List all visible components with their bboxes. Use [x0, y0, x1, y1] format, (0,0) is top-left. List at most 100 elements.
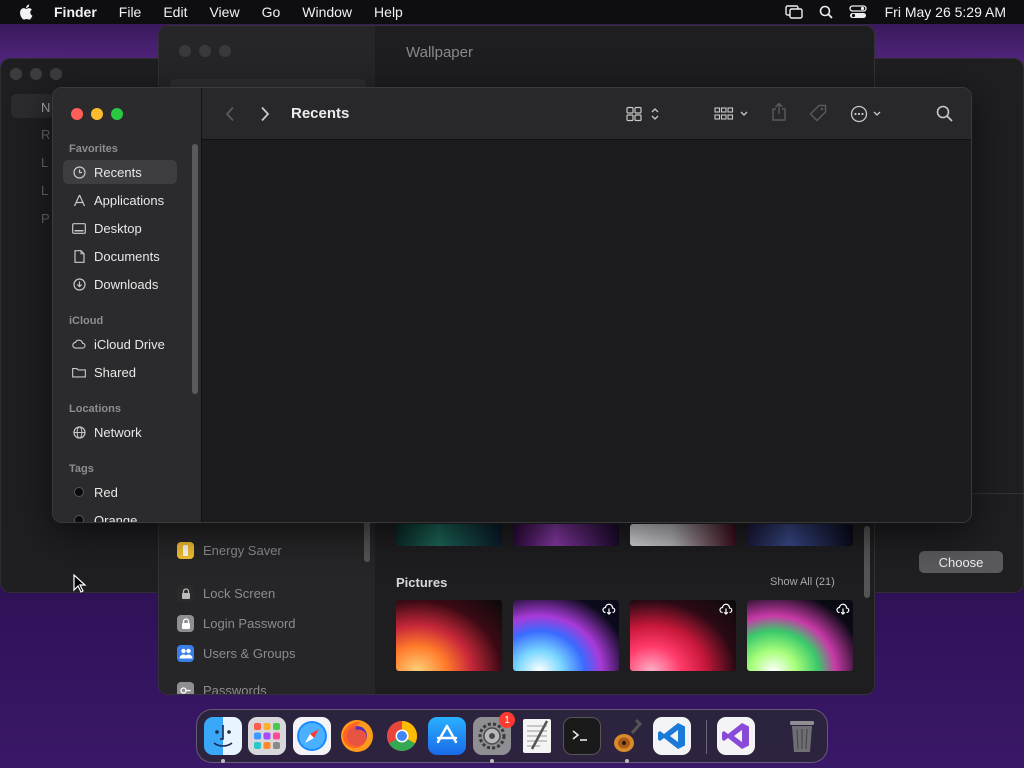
- background-sidebar-letter: N: [41, 100, 51, 115]
- dock-firefox-icon[interactable]: [338, 717, 376, 755]
- sidebar-item-passwords[interactable]: Passwords: [177, 682, 267, 694]
- sidebar-item-lock-screen[interactable]: Lock Screen: [177, 585, 275, 602]
- spotlight-search-icon[interactable]: [819, 5, 833, 19]
- zoom-icon[interactable]: [50, 68, 62, 80]
- dock-textedit-icon[interactable]: [518, 717, 556, 755]
- wallpaper-thumbnail[interactable]: [747, 524, 853, 546]
- dock-visual-studio-icon[interactable]: [717, 717, 755, 755]
- forward-icon[interactable]: [260, 106, 270, 122]
- sidebar-item-users-groups[interactable]: Users & Groups: [177, 645, 295, 662]
- wallpaper-thumbnail[interactable]: [630, 524, 736, 546]
- minimize-icon[interactable]: [91, 108, 103, 120]
- dock-terminal-icon[interactable]: [563, 717, 601, 755]
- sidebar-item-tag-orange[interactable]: Orange: [63, 508, 177, 523]
- cloud-download-icon[interactable]: [836, 603, 850, 615]
- sidebar-item-desktop[interactable]: Desktop: [63, 216, 177, 240]
- sidebar-item-downloads[interactable]: Downloads: [63, 272, 177, 296]
- background-window-controls: [10, 68, 62, 80]
- lock-icon: [177, 585, 194, 602]
- apple-icon[interactable]: [18, 3, 36, 21]
- sidebar-item-recents[interactable]: Recents: [63, 160, 177, 184]
- sidebar-item-tag-red[interactable]: Red: [63, 480, 177, 504]
- control-center-icon[interactable]: [848, 5, 867, 19]
- window-title: Recents: [291, 105, 350, 122]
- running-indicator: [625, 759, 629, 763]
- share-icon[interactable]: [771, 102, 787, 122]
- close-icon[interactable]: [10, 68, 22, 80]
- sidebar-item-energy-saver[interactable]: Energy Saver: [177, 542, 282, 559]
- finder-sidebar-scrollbar[interactable]: [192, 144, 198, 394]
- wallpaper-thumbnail[interactable]: [396, 600, 502, 671]
- menu-window[interactable]: Window: [302, 4, 352, 20]
- show-all-button[interactable]: Show All (21): [770, 576, 835, 588]
- dock-system-settings-icon[interactable]: 1: [473, 712, 515, 755]
- tag-dot-icon: [74, 487, 84, 497]
- sidebar-section-icloud: iCloud: [69, 315, 104, 327]
- wallpaper-thumbnail[interactable]: [396, 524, 502, 546]
- cloud-download-icon[interactable]: [602, 603, 616, 615]
- sidebar-item-label: Orange: [94, 512, 138, 523]
- pictures-grid: [396, 600, 853, 671]
- zoom-icon[interactable]: [111, 108, 123, 120]
- sidebar-item-label: Lock Screen: [203, 586, 276, 601]
- dock-instruments-icon[interactable]: [608, 717, 646, 755]
- more-icon[interactable]: [850, 105, 884, 123]
- wallpaper-thumbnail[interactable]: [513, 524, 619, 546]
- sidebar-item-label: Energy Saver: [203, 543, 282, 558]
- document-icon: [72, 249, 86, 263]
- settings-sidebar-scrollbar[interactable]: [364, 518, 370, 562]
- tag-icon[interactable]: [809, 104, 827, 122]
- search-icon[interactable]: [936, 105, 953, 122]
- menu-edit[interactable]: Edit: [163, 4, 187, 20]
- minimize-icon[interactable]: [199, 45, 211, 57]
- dock-vscode-icon[interactable]: [653, 717, 691, 755]
- sidebar-item-label: Red: [94, 484, 118, 500]
- key-icon: [177, 682, 194, 694]
- wallpaper-thumbnail[interactable]: [513, 600, 619, 671]
- finder-window: Favorites Recents Applications Desktop D…: [52, 87, 972, 523]
- zoom-icon[interactable]: [219, 45, 231, 57]
- menu-file[interactable]: File: [119, 4, 142, 20]
- sidebar-item-label: Downloads: [94, 276, 159, 292]
- sidebar-item-applications[interactable]: Applications: [63, 188, 177, 212]
- tag-dot-icon: [74, 515, 84, 522]
- minimize-icon[interactable]: [30, 68, 42, 80]
- dock-safari-icon[interactable]: [293, 717, 331, 755]
- menu-help[interactable]: Help: [374, 4, 403, 20]
- applications-icon: [72, 193, 86, 207]
- menu-app-name[interactable]: Finder: [54, 4, 97, 20]
- sidebar-item-documents[interactable]: Documents: [63, 244, 177, 268]
- download-icon: [72, 277, 86, 291]
- group-icon[interactable]: [714, 106, 750, 122]
- close-icon[interactable]: [179, 45, 191, 57]
- wallpaper-thumbnail[interactable]: [747, 600, 853, 671]
- dock-app-store-icon[interactable]: [428, 717, 466, 755]
- icon-view-icon[interactable]: [626, 106, 660, 122]
- cloud-download-icon[interactable]: [719, 603, 733, 615]
- wallpaper-thumbnail[interactable]: [630, 600, 736, 671]
- menu-view[interactable]: View: [209, 4, 239, 20]
- dock-chrome-icon[interactable]: [383, 717, 421, 755]
- finder-window-controls: [71, 108, 123, 120]
- close-icon[interactable]: [71, 108, 83, 120]
- menu-go[interactable]: Go: [262, 4, 281, 20]
- menu-clock[interactable]: Fri May 26 5:29 AM: [885, 4, 1006, 20]
- choose-button[interactable]: Choose: [919, 551, 1003, 573]
- dock-finder-icon[interactable]: [204, 717, 242, 755]
- sidebar-item-network[interactable]: Network: [63, 420, 177, 444]
- users-icon: [177, 645, 194, 662]
- sidebar-item-label: Documents: [94, 248, 160, 264]
- sidebar-item-icloud-drive[interactable]: iCloud Drive: [63, 332, 177, 356]
- sidebar-item-shared[interactable]: Shared: [63, 360, 177, 384]
- sidebar-item-login-password[interactable]: Login Password: [177, 615, 296, 632]
- back-icon[interactable]: [225, 106, 235, 122]
- screen-mirroring-icon[interactable]: [784, 5, 803, 19]
- globe-icon: [72, 425, 86, 439]
- menu-bar: Finder File Edit View Go Window Help Fri…: [0, 0, 1024, 24]
- background-sidebar-letter: L: [41, 155, 49, 170]
- dock-launchpad-icon[interactable]: [248, 717, 286, 755]
- sidebar-item-label: Applications: [94, 192, 165, 208]
- settings-main-scrollbar[interactable]: [864, 526, 870, 598]
- dock-trash-icon[interactable]: [783, 717, 821, 755]
- finder-content-area[interactable]: [202, 140, 971, 522]
